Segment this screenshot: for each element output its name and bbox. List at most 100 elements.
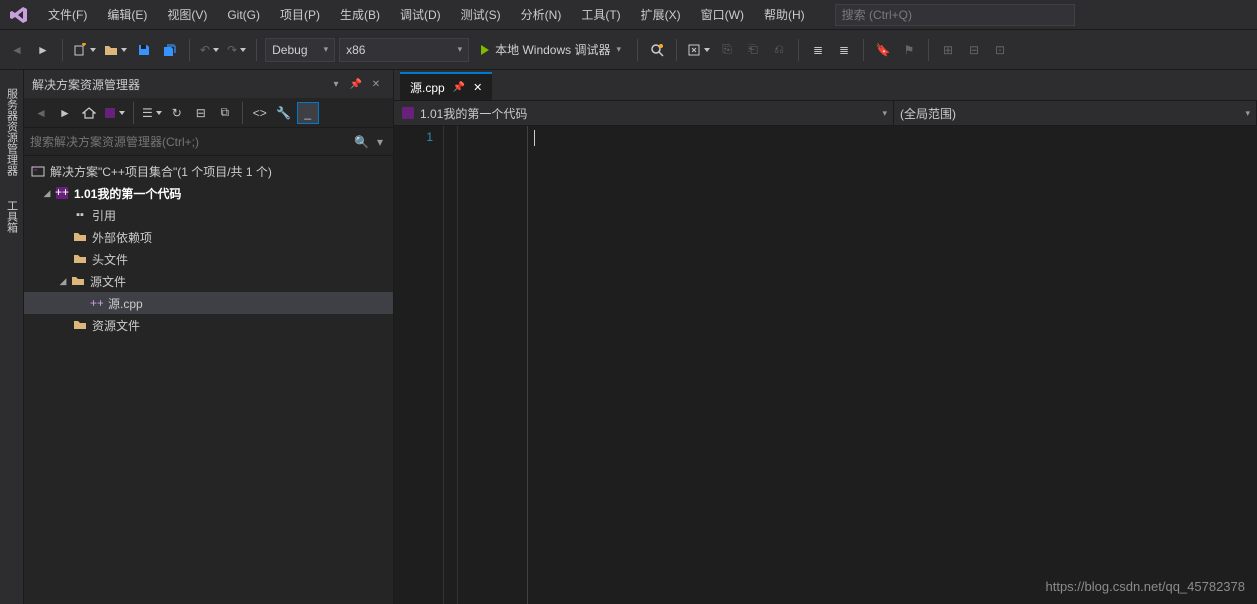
separator [863,39,864,61]
solution-icon [30,163,46,179]
platform-combo[interactable]: x86▾ [339,38,469,62]
tb-btn-c[interactable]: ⎗ [742,38,764,62]
tb-btn-d[interactable]: ⎌ [768,38,790,62]
nav-back-button[interactable]: ◄ [6,38,28,62]
global-search[interactable]: 搜索 (Ctrl+Q) [835,4,1075,26]
separator [928,39,929,61]
headers-node[interactable]: 头文件 [24,248,393,270]
tb-btn-e[interactable]: ≣ [807,38,829,62]
code-editor[interactable]: 1 [394,126,1257,604]
editor-navbar: 1.01我的第一个代码 ▾ (全局范围) ▾ [394,100,1257,126]
separator [637,39,638,61]
panel-dropdown-button[interactable]: ▾ [327,75,345,93]
line-gutter: 1 [394,126,444,604]
properties-button[interactable]: 🔧 [273,102,295,124]
panel-title: 解决方案资源管理器 [32,76,325,93]
tb-btn-a[interactable] [685,38,712,62]
tb-btn-b[interactable]: ⎘ [716,38,738,62]
source-file-node[interactable]: ++ 源.cpp [24,292,393,314]
close-icon[interactable]: ✕ [473,81,482,94]
menu-edit[interactable]: 编辑(E) [97,0,157,30]
menu-build[interactable]: 生成(B) [330,0,390,30]
code-content[interactable] [528,126,1257,604]
show-all-button[interactable]: ⧉ [214,102,236,124]
menu-debug[interactable]: 调试(D) [390,0,451,30]
expand-icon[interactable]: ◢ [40,188,54,199]
menu-file[interactable]: 文件(F) [38,0,97,30]
chevron-down-icon[interactable]: ▾ [373,135,387,149]
menu-view[interactable]: 视图(V) [157,0,217,30]
pin-icon[interactable]: 📌 [453,82,465,93]
close-icon[interactable]: ✕ [367,75,385,93]
nav-fwd-button[interactable]: ► [32,38,54,62]
menu-tools[interactable]: 工具(T) [571,0,630,30]
save-all-button[interactable] [159,38,181,62]
svg-text:++: ++ [90,296,103,310]
filter-button[interactable]: ☰ [140,102,164,124]
sources-label: 源文件 [90,273,126,290]
solution-explorer: 解决方案资源管理器 ▾ 📌 ✕ ◄ ► ☰ ↻ ⊟ ⧉ <> 🔧 _ 🔍 ▾ [24,70,394,604]
folder-icon [72,317,88,333]
nav-scope-combo[interactable]: (全局范围) ▾ [894,101,1257,125]
start-debug-button[interactable]: 本地 Windows 调试器▾ [473,38,629,62]
nav-left-label: 1.01我的第一个代码 [420,105,527,122]
search-icon[interactable]: 🔍 [350,135,373,149]
editor-tab[interactable]: 源.cpp 📌 ✕ [400,72,492,100]
tb-btn-g[interactable]: ⚑ [898,38,920,62]
separator [189,39,190,61]
code-view-button[interactable]: <> [249,102,271,124]
panel-search-input[interactable] [30,135,350,149]
references-label: 引用 [92,207,116,224]
folder-icon [70,273,86,289]
menu-analyze[interactable]: 分析(N) [511,0,572,30]
source-file-label: 源.cpp [108,295,143,312]
resources-label: 资源文件 [92,317,140,334]
menu-git[interactable]: Git(G) [217,0,270,30]
nav-project-combo[interactable]: 1.01我的第一个代码 ▾ [394,101,894,125]
menu-window[interactable]: 窗口(W) [691,0,754,30]
sync-button[interactable]: ↻ [166,102,188,124]
save-button[interactable] [133,38,155,62]
fold-column [444,126,458,604]
menu-help[interactable]: 帮助(H) [754,0,815,30]
sources-node[interactable]: ◢ 源文件 [24,270,393,292]
references-node[interactable]: ▪▪ 引用 [24,204,393,226]
fwd-button[interactable]: ► [54,102,76,124]
switch-view-button[interactable] [102,102,127,124]
preview-button[interactable]: _ [297,102,319,124]
find-in-files-button[interactable] [646,38,668,62]
new-item-button[interactable] [71,38,98,62]
toolbox-tab[interactable]: 工具箱 [2,192,22,241]
back-button[interactable]: ◄ [30,102,52,124]
tab-label: 源.cpp [410,79,445,96]
cpp-file-icon: ++ [88,295,104,311]
menu-extensions[interactable]: 扩展(X) [631,0,691,30]
redo-button[interactable]: ↷ [225,38,248,62]
pin-icon[interactable]: 📌 [347,75,365,93]
solution-tree: 解决方案"C++项目集合"(1 个项目/共 1 个) ◢ ++ 1.01我的第一… [24,156,393,604]
bookmark-button[interactable]: 🔖 [872,38,894,62]
open-file-button[interactable] [102,38,129,62]
solution-label: 解决方案"C++项目集合"(1 个项目/共 1 个) [50,163,272,180]
solution-node[interactable]: 解决方案"C++项目集合"(1 个项目/共 1 个) [24,160,393,182]
project-node[interactable]: ◢ ++ 1.01我的第一个代码 [24,182,393,204]
config-combo[interactable]: Debug▾ [265,38,335,62]
editor-tabbar: 源.cpp 📌 ✕ [394,70,1257,100]
tb-btn-i[interactable]: ⊟ [963,38,985,62]
undo-button[interactable]: ↶ [198,38,221,62]
vs-logo-icon [6,2,32,28]
expand-icon[interactable]: ◢ [56,276,70,287]
home-icon[interactable] [78,102,100,124]
menu-test[interactable]: 测试(S) [451,0,511,30]
menu-project[interactable]: 项目(P) [270,0,330,30]
separator [62,39,63,61]
collapse-button[interactable]: ⊟ [190,102,212,124]
tb-btn-f[interactable]: ≣ [833,38,855,62]
tb-btn-j[interactable]: ⊡ [989,38,1011,62]
server-explorer-tab[interactable]: 服务器资源管理器 [2,80,22,184]
external-deps-node[interactable]: 外部依赖项 [24,226,393,248]
tb-btn-h[interactable]: ⊞ [937,38,959,62]
text-cursor [534,130,535,146]
menu-bar: 文件(F) 编辑(E) 视图(V) Git(G) 项目(P) 生成(B) 调试(… [0,0,1257,30]
resources-node[interactable]: 资源文件 [24,314,393,336]
